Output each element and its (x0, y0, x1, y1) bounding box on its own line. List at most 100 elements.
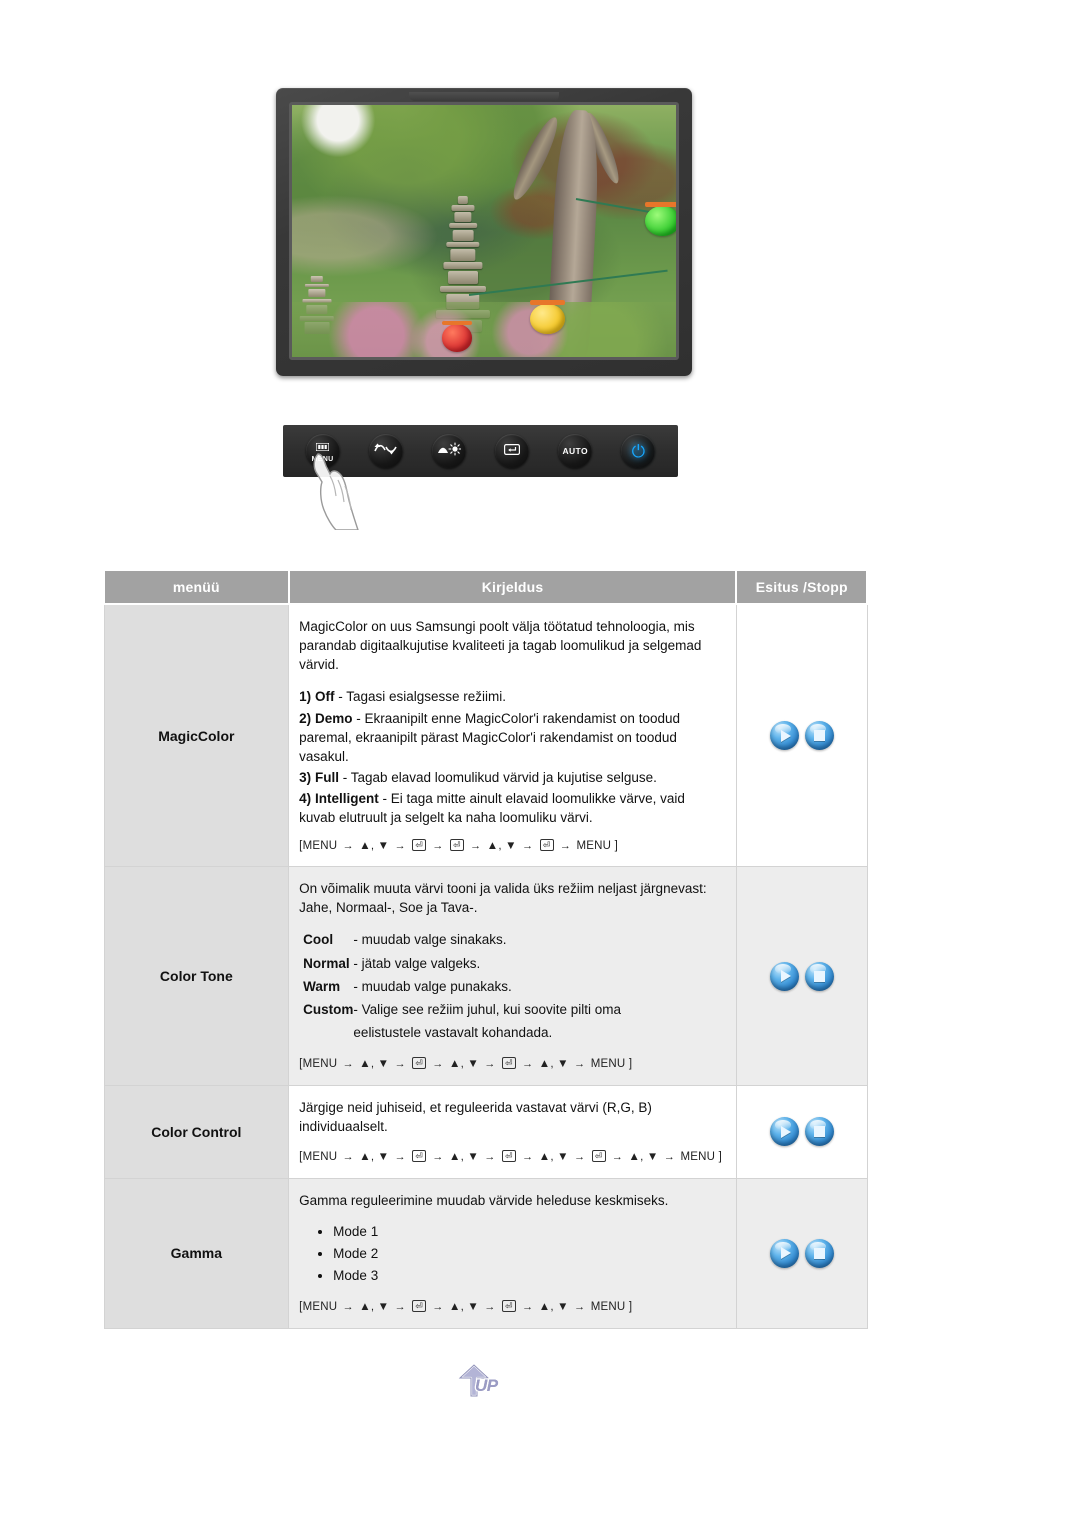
stop-button[interactable] (804, 961, 834, 991)
power-button[interactable]: ⏻ (621, 434, 656, 468)
table-row: Color Control Järgige neid juhiseid, et … (103, 1084, 868, 1179)
list-item: Mode 1 (333, 1222, 722, 1241)
stop-icon (813, 1126, 825, 1138)
item-text: - Tagasi esialgsesse režiimi. (338, 689, 507, 705)
intro-text: Gamma reguleerimine muudab värvide heled… (299, 1192, 669, 1208)
row-label-color-control: Color Control (103, 1084, 290, 1179)
scroll-to-top-button[interactable]: UP UP (455, 1362, 519, 1402)
list-item: 3) Full - Tagab elavad loomulikud värvid… (299, 768, 722, 787)
up-down-arrow-icon (373, 442, 398, 460)
red-lantern-icon (441, 320, 473, 352)
menu-grid-icon (315, 439, 330, 455)
tone-row: Warm - muudab valge punakaks. (303, 977, 621, 1000)
menu-button-label: MENU (311, 456, 334, 463)
path-token: ▲, ▼ (449, 1301, 479, 1314)
enter-key-icon: ⏎ (502, 1300, 516, 1313)
list-item: 1) Off - Tagasi esialgsesse režiimi. (299, 687, 722, 706)
tone-text: - muudab valge punakaks. (353, 978, 512, 994)
stop-button[interactable] (804, 1117, 834, 1147)
item-number: 4) (299, 791, 312, 807)
row-controls-color-tone (735, 866, 868, 1086)
stop-icon (813, 970, 825, 982)
tone-key: Custom (303, 1001, 354, 1017)
enter-button[interactable] (495, 434, 530, 468)
play-button[interactable] (769, 1117, 799, 1147)
path-token: MENU (590, 1301, 626, 1314)
enter-key-icon (504, 443, 521, 459)
auto-button[interactable]: AUTO (558, 434, 593, 468)
monitor-bezel (276, 88, 692, 376)
path-token: MENU (680, 1151, 716, 1164)
row-label-magiccolor: MagicColor (103, 603, 290, 868)
row-description-gamma: Gamma reguleerimine muudab värvide heled… (288, 1177, 737, 1330)
path-token: ▲, ▼ (449, 1058, 479, 1071)
enter-key-icon: ⏎ (539, 838, 554, 851)
item-number: 1) (299, 689, 312, 705)
enter-key-icon: ⏎ (412, 1300, 426, 1313)
play-button[interactable] (769, 961, 799, 991)
menu-path: [MENU → ▲, ▼ → ⏎ → ▲, ▼ → ⏎ → ▲, ▼ → MEN… (299, 1300, 633, 1314)
play-icon (780, 1125, 791, 1138)
path-token: ▲, ▼ (538, 1301, 569, 1314)
column-header-control: Esitus /Stopp (735, 569, 868, 605)
stop-button[interactable] (804, 721, 834, 751)
path-token: MENU (590, 1058, 626, 1071)
path-token: ▲, ▼ (538, 1151, 569, 1164)
row-description-magiccolor: MagicColor on uus Samsungi poolt välja t… (288, 603, 737, 868)
path-token: ▲, ▼ (486, 839, 517, 852)
row-controls-gamma (735, 1177, 868, 1330)
play-icon (780, 1247, 791, 1260)
play-button[interactable] (769, 721, 799, 751)
intro-text: On võimalik muuta värvi tooni ja valida … (299, 881, 707, 916)
row-description-color-tone: On võimalik muuta värvi tooni ja valida … (288, 866, 737, 1086)
power-icon: ⏻ (631, 441, 646, 461)
item-key: Intelligent (314, 791, 379, 807)
path-token: ▲, ▼ (628, 1151, 659, 1164)
item-text: - Tagab elavad loomulikud värvid ja kuju… (342, 770, 657, 786)
menu-path: [MENU → ▲, ▼ → ⏎ → ⏎ → ▲, ▼ → ⏎ → MENU ] (299, 838, 618, 852)
enter-key-icon: ⏎ (502, 1057, 516, 1070)
item-number: 3) (299, 770, 312, 786)
enter-key-icon: ⏎ (502, 1150, 516, 1163)
path-token: ▲, ▼ (538, 1058, 569, 1071)
menu-path: [MENU → ▲, ▼ → ⏎ → ▲, ▼ → ⏎ → ▲, ▼ → MEN… (299, 1057, 633, 1071)
intro-text: Järgige neid juhiseid, et reguleerida va… (299, 1099, 652, 1135)
item-key: Full (314, 770, 339, 786)
tone-text: - muudab valge sinakaks. (353, 932, 507, 948)
menu-button[interactable]: MENU (305, 434, 340, 468)
item-key: Off (314, 689, 335, 705)
brightness-sun-icon (437, 442, 462, 460)
stop-button[interactable] (804, 1238, 834, 1268)
gamma-mode-list: Mode 1 Mode 2 Mode 3 (299, 1222, 722, 1285)
updown-button[interactable] (368, 434, 403, 468)
enter-key-icon: ⏎ (591, 1150, 606, 1163)
list-item: 4) Intelligent - Ei taga mitte ainult el… (299, 789, 722, 827)
path-token: MENU (302, 839, 338, 852)
row-label-color-tone: Color Tone (103, 866, 290, 1086)
intro-text: MagicColor on uus Samsungi poolt välja t… (299, 619, 702, 673)
monitor-control-bar: MENU AUTO ⏻ (283, 425, 678, 477)
path-token: MENU (302, 1301, 338, 1314)
tone-row: Cool - muudab valge sinakaks. (303, 930, 621, 953)
tone-text-continued: eelistustele vastavalt kohandada. (353, 1025, 553, 1041)
path-token: ▲, ▼ (359, 1301, 390, 1314)
tone-key: Cool (303, 932, 334, 948)
item-number: 2) (299, 710, 312, 726)
table-row: MagicColor MagicColor on uus Samsungi po… (103, 603, 868, 868)
monitor-figure (276, 88, 692, 376)
column-header-menu: menüü (103, 569, 290, 605)
list-item: Mode 3 (333, 1266, 722, 1285)
tone-row-continuation: eelistustele vastavalt kohandada. (303, 1023, 621, 1046)
column-header-description: Kirjeldus (287, 569, 738, 605)
enter-key-icon: ⏎ (412, 838, 426, 851)
brightness-button[interactable] (431, 434, 466, 468)
green-lantern-icon (645, 202, 676, 237)
auto-button-label: AUTO (562, 446, 588, 457)
tone-row: Normal - jätab valge valgeks. (303, 954, 621, 977)
enter-key-icon: ⏎ (412, 1150, 426, 1163)
path-token: ▲, ▼ (359, 1058, 390, 1071)
monitor-screen (289, 102, 679, 360)
stop-icon (813, 730, 825, 742)
play-button[interactable] (769, 1238, 799, 1268)
monitor-notch (409, 92, 559, 101)
